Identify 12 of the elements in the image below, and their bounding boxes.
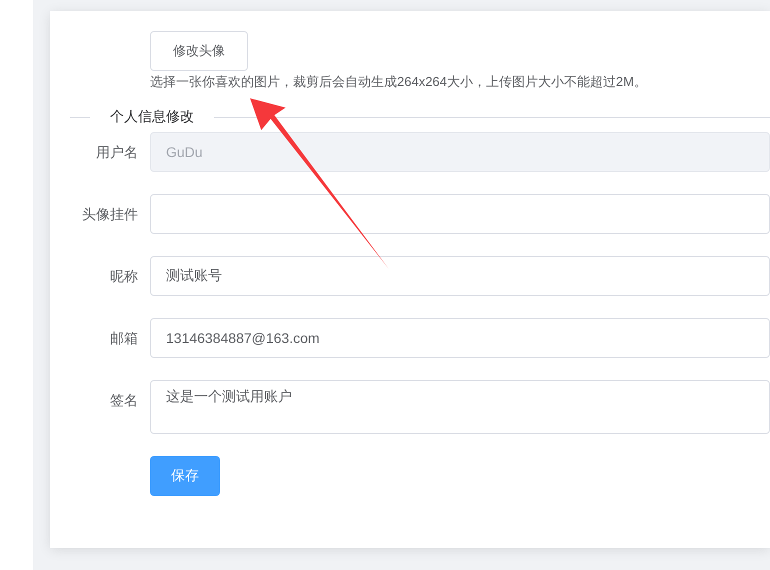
field-label: 邮箱 — [109, 329, 139, 348]
field-label: 签名 — [109, 391, 139, 410]
avatar-hint: 选择一张你喜欢的图片，裁剪后会自动生成264x264大小，上传图片大小不能超过2M。 — [150, 73, 647, 91]
field-label: 用户名 — [95, 143, 139, 162]
input-field[interactable]: 测试账号 — [150, 256, 770, 296]
signature-field[interactable]: 这是一个测试用账户 — [150, 380, 770, 434]
field-label: 头像挂件 — [81, 205, 139, 224]
input-field[interactable]: 13146384887@163.com — [150, 318, 770, 358]
change-avatar-button[interactable]: 修改头像 — [150, 31, 248, 71]
input-field[interactable] — [150, 194, 770, 234]
section-title: 个人信息修改 — [109, 108, 195, 126]
field-label: 昵称 — [109, 267, 139, 286]
